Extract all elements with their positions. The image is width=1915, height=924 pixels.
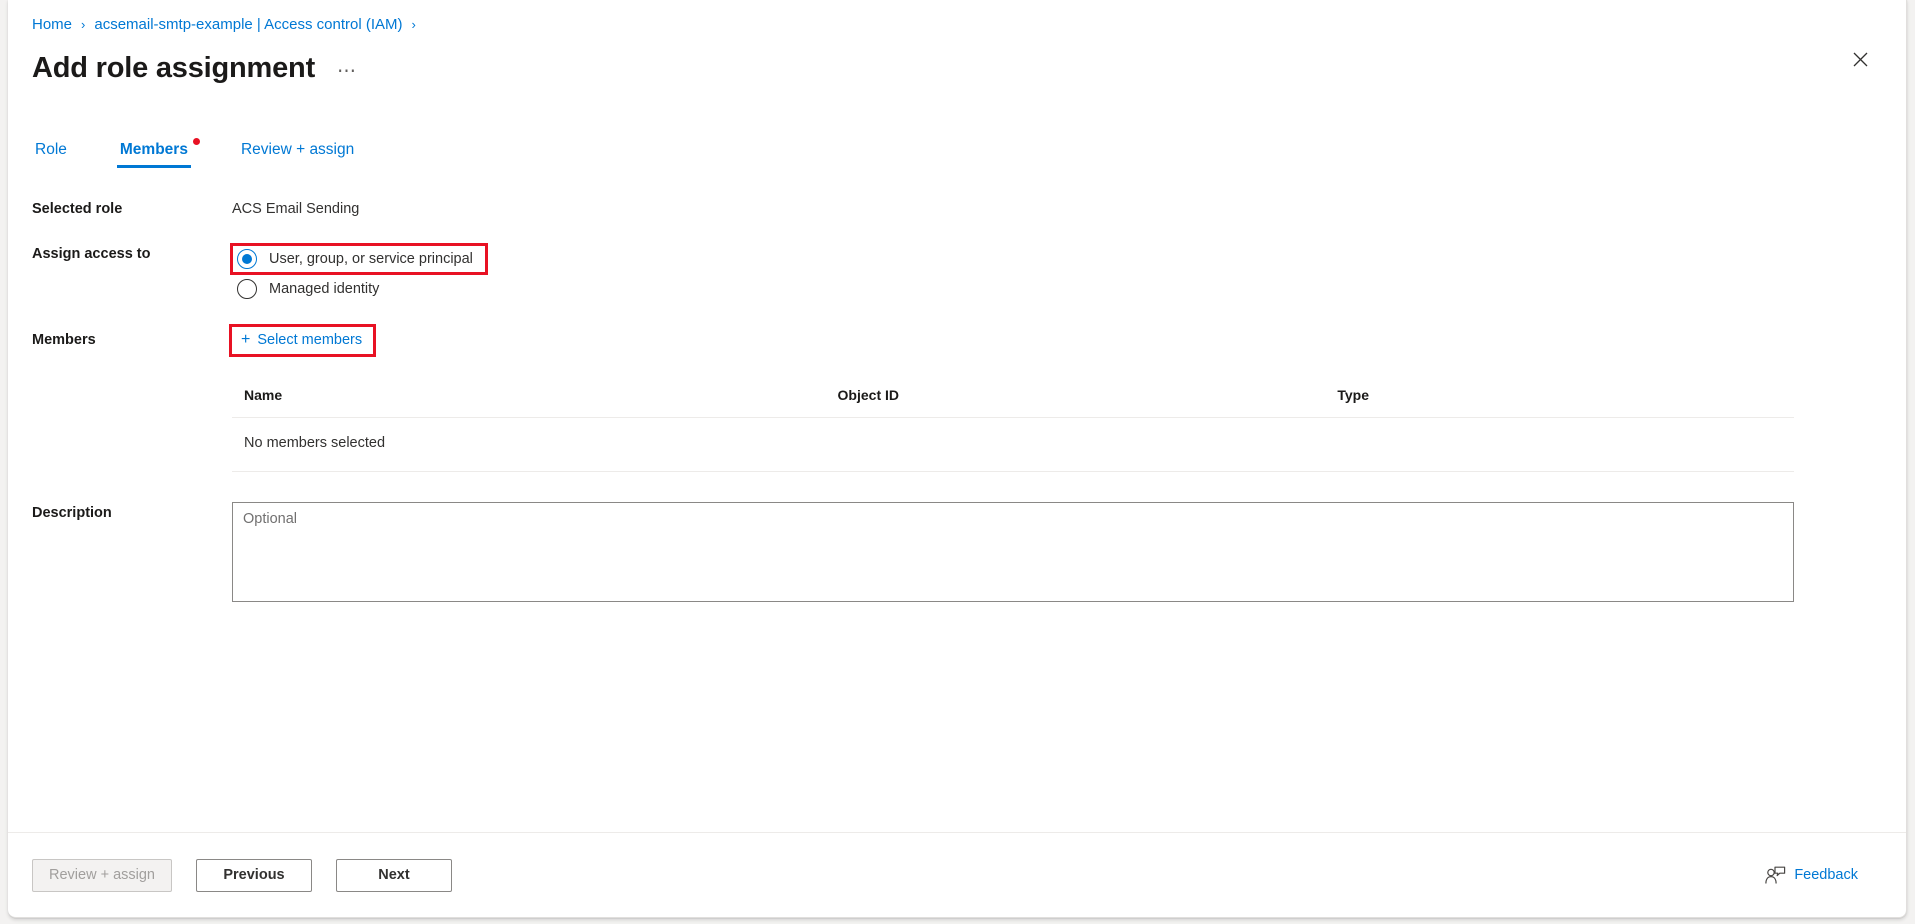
selected-role-label: Selected role [32, 198, 232, 217]
description-input[interactable] [232, 502, 1794, 602]
tab-role[interactable]: Role [32, 142, 70, 169]
radio-user-group-service-principal-label: User, group, or service principal [269, 251, 473, 267]
members-row: Members + Select members [32, 329, 1882, 357]
column-header-object-id: Object ID [826, 379, 1326, 418]
tab-review-assign[interactable]: Review + assign [238, 142, 357, 169]
blade-footer: Review + assign Previous Next Feedback [8, 832, 1906, 917]
add-role-assignment-blade: Home › acsemail-smtp-example | Access co… [8, 0, 1907, 918]
members-empty-message: No members selected [232, 418, 1794, 472]
close-icon [1853, 52, 1868, 67]
title-row: Add role assignment ⋯ [32, 46, 1882, 90]
members-table-block: Name Object ID Type No members selected [232, 379, 1794, 472]
close-button[interactable] [1844, 43, 1876, 75]
feedback-icon [1765, 866, 1786, 885]
members-table-header-row: Name Object ID Type [232, 379, 1794, 418]
tab-review-assign-label: Review + assign [241, 141, 354, 158]
tab-role-label: Role [35, 141, 67, 158]
selected-role-row: Selected role ACS Email Sending [32, 198, 1882, 217]
review-assign-button[interactable]: Review + assign [32, 859, 172, 892]
radio-user-group-service-principal[interactable]: User, group, or service principal [230, 243, 488, 275]
tab-members[interactable]: Members [117, 142, 191, 169]
tab-members-label: Members [120, 141, 188, 158]
breadcrumb-separator-icon: › [81, 17, 85, 32]
feedback-button[interactable]: Feedback [1765, 866, 1858, 885]
plus-icon: + [241, 332, 250, 348]
table-row: No members selected [232, 418, 1794, 472]
breadcrumb-separator-icon-2: › [412, 17, 416, 32]
page-title: Add role assignment [32, 54, 315, 83]
members-label: Members [32, 329, 232, 348]
assign-access-to-radio-group: User, group, or service principal Manage… [232, 243, 1882, 303]
breadcrumb-item-home[interactable]: Home [32, 16, 72, 33]
radio-managed-identity-label: Managed identity [269, 281, 379, 297]
feedback-label: Feedback [1794, 867, 1858, 883]
members-table: Name Object ID Type No members selected [232, 379, 1794, 472]
selected-role-value: ACS Email Sending [232, 198, 1882, 217]
previous-button[interactable]: Previous [196, 859, 312, 892]
description-label: Description [32, 502, 232, 521]
wizard-tabs: Role Members Review + assign [8, 124, 1906, 168]
description-row: Description [32, 502, 1882, 602]
assign-access-to-row: Assign access to User, group, or service… [32, 243, 1882, 303]
column-header-type: Type [1325, 379, 1794, 418]
assign-access-to-label: Assign access to [32, 243, 232, 262]
radio-selected-icon [237, 249, 257, 269]
blade-content: Selected role ACS Email Sending Assign a… [8, 168, 1906, 832]
select-members-highlight: + Select members [229, 324, 376, 357]
tab-members-required-dot-icon [193, 138, 200, 145]
breadcrumb-item-access-control[interactable]: acsemail-smtp-example | Access control (… [94, 16, 402, 33]
select-members-label: Select members [257, 332, 362, 348]
breadcrumb: Home › acsemail-smtp-example | Access co… [32, 10, 1882, 38]
radio-unselected-icon [237, 279, 257, 299]
next-button[interactable]: Next [336, 859, 452, 892]
more-options-icon[interactable]: ⋯ [331, 60, 363, 83]
select-members-button[interactable]: + Select members [241, 332, 362, 348]
radio-managed-identity[interactable]: Managed identity [232, 275, 393, 303]
column-header-name: Name [232, 379, 826, 418]
blade-header: Home › acsemail-smtp-example | Access co… [8, 0, 1906, 90]
